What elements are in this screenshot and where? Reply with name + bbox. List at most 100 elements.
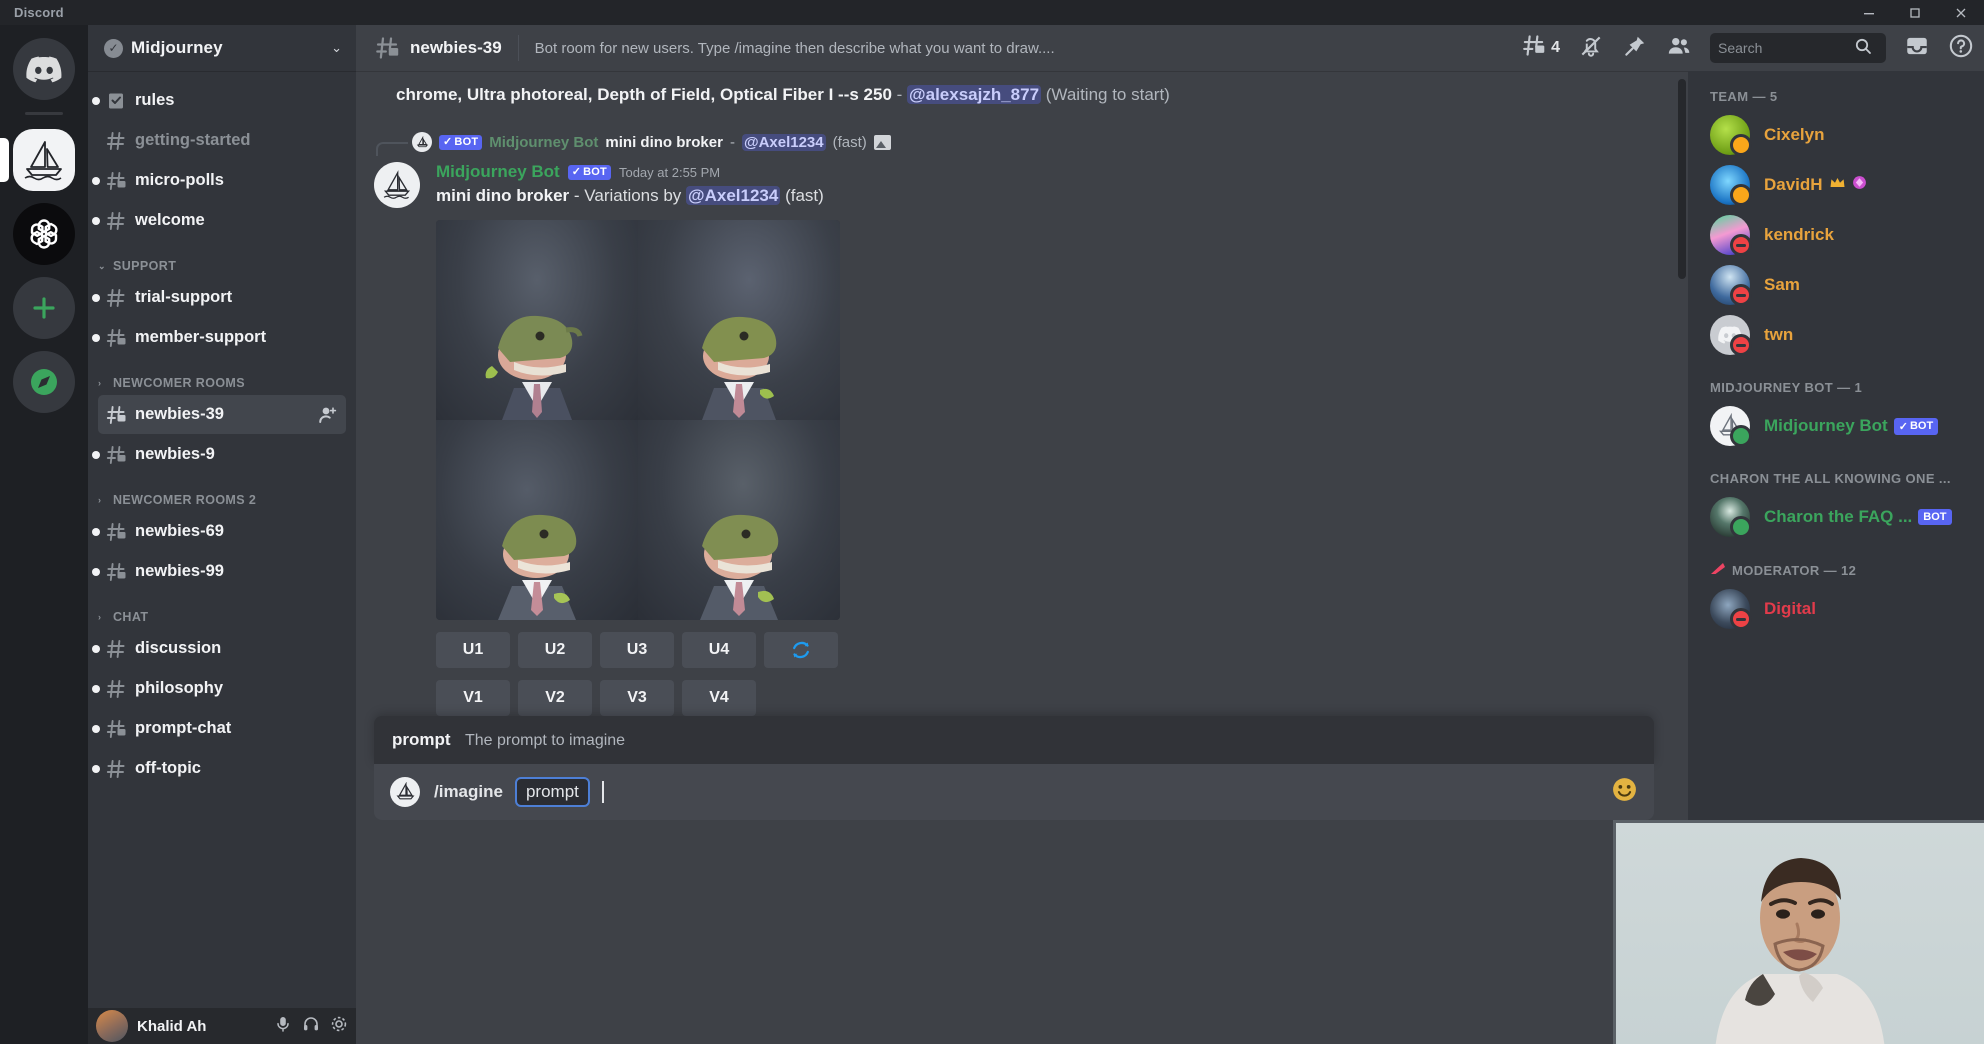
sidebar-item-label: newbies-69 bbox=[135, 522, 224, 540]
prompt-token[interactable]: prompt bbox=[514, 777, 590, 808]
sidebar-item-member-support[interactable]: member-support bbox=[92, 318, 346, 357]
member-row[interactable]: Midjourney Bot ✓ BOT bbox=[1688, 401, 1984, 451]
avatar bbox=[1710, 215, 1752, 256]
avatar[interactable] bbox=[96, 1010, 128, 1042]
member-row[interactable]: DavidH bbox=[1688, 160, 1984, 210]
member-list-icon[interactable] bbox=[1666, 33, 1692, 64]
sidebar-item-off-topic[interactable]: off-topic bbox=[92, 749, 346, 788]
member-row[interactable]: Digital bbox=[1688, 584, 1984, 634]
search-box[interactable] bbox=[1710, 33, 1886, 63]
category-chat[interactable]: › CHAT bbox=[88, 592, 356, 629]
bot-badge: ✓ BOT bbox=[439, 134, 483, 151]
image-cell-3[interactable] bbox=[436, 420, 638, 621]
sidebar-item-welcome[interactable]: welcome bbox=[92, 201, 346, 240]
sidebar-item-getting-started[interactable]: getting-started bbox=[98, 121, 346, 160]
variation-v1-button[interactable]: V1 bbox=[436, 680, 510, 717]
refresh-icon[interactable] bbox=[764, 632, 838, 669]
user-mention[interactable]: @Axel1234 bbox=[741, 133, 826, 151]
member-row[interactable]: Sam bbox=[1688, 260, 1984, 310]
sidebar-item-newbies-99[interactable]: newbies-99 bbox=[92, 552, 346, 591]
image-cell-2[interactable] bbox=[638, 220, 840, 421]
pinned-messages-icon[interactable] bbox=[1622, 33, 1648, 64]
upscale-u3-button[interactable]: U3 bbox=[600, 632, 674, 669]
sidebar-item-prompt-chat[interactable]: prompt-chat bbox=[92, 709, 346, 748]
help-icon[interactable] bbox=[1948, 33, 1974, 64]
hash-icon bbox=[104, 758, 128, 780]
member-row[interactable]: Charon the FAQ ... BOT bbox=[1688, 492, 1984, 542]
midjourney-avatar-icon bbox=[390, 777, 420, 808]
microphone-icon[interactable] bbox=[274, 1015, 292, 1038]
variation-v2-button[interactable]: V2 bbox=[518, 680, 592, 717]
sidebar-item-rules[interactable]: rules bbox=[92, 81, 346, 120]
channel-topic[interactable]: Bot room for new users. Type /imagine th… bbox=[535, 40, 1055, 57]
sidebar-item-label: newbies-39 bbox=[135, 405, 224, 423]
avatar[interactable] bbox=[374, 162, 420, 209]
emoji-icon[interactable] bbox=[1611, 776, 1638, 808]
minimize-icon[interactable] bbox=[1846, 0, 1892, 25]
generated-image-grid[interactable] bbox=[436, 220, 840, 621]
variation-v3-button[interactable]: V3 bbox=[600, 680, 674, 717]
member-group-label: CHARON THE ALL KNOWING ONE ... bbox=[1710, 471, 1951, 486]
sidebar-item-discussion[interactable]: discussion bbox=[92, 629, 346, 668]
member-row[interactable]: Cixelyn bbox=[1688, 110, 1984, 160]
search-input[interactable] bbox=[1718, 40, 1848, 56]
category-support[interactable]: ⌄ SUPPORT bbox=[88, 241, 356, 278]
inbox-icon[interactable] bbox=[1904, 33, 1930, 64]
member-group-charon: CHARON THE ALL KNOWING ONE ... bbox=[1688, 451, 1984, 492]
rail-item-explore[interactable] bbox=[12, 350, 76, 414]
category-newcomer-rooms[interactable]: › NEWCOMER ROOMS bbox=[88, 358, 356, 395]
image-cell-4[interactable] bbox=[638, 420, 840, 621]
upscale-u1-button[interactable]: U1 bbox=[436, 632, 510, 669]
upscale-u2-button[interactable]: U2 bbox=[518, 632, 592, 669]
close-icon[interactable] bbox=[1938, 0, 1984, 25]
chevron-down-icon[interactable]: ⌄ bbox=[331, 40, 342, 56]
message-author[interactable]: Midjourney Bot bbox=[436, 162, 560, 182]
reply-author[interactable]: Midjourney Bot bbox=[489, 134, 598, 151]
avatar bbox=[1710, 115, 1752, 156]
sidebar-item-newbies-39[interactable]: newbies-39 bbox=[98, 395, 346, 434]
chevron-right-icon: › bbox=[98, 495, 102, 505]
member-name: Charon the FAQ ... bbox=[1764, 507, 1913, 526]
sidebar-item-newbies-9[interactable]: newbies-9 bbox=[92, 435, 346, 474]
reply-separator: - bbox=[729, 133, 735, 151]
scrollbar[interactable] bbox=[1678, 79, 1686, 279]
add-member-icon[interactable] bbox=[318, 405, 338, 425]
image-cell-1[interactable] bbox=[436, 220, 638, 421]
gear-icon[interactable] bbox=[330, 1015, 348, 1038]
rail-item-openai[interactable] bbox=[12, 202, 76, 266]
chevron-right-icon: › bbox=[98, 378, 102, 388]
rail-item-midjourney[interactable] bbox=[0, 128, 76, 192]
sidebar-item-newbies-69[interactable]: newbies-69 bbox=[92, 512, 346, 551]
verified-check: ✓ bbox=[571, 165, 582, 178]
user-mention[interactable]: @Axel1234 bbox=[686, 186, 781, 206]
threads-button[interactable]: 4 bbox=[1521, 33, 1560, 63]
category-newcomer-rooms-2[interactable]: › NEWCOMER ROOMS 2 bbox=[88, 475, 356, 512]
sidebar-item-micro-polls[interactable]: micro-polls bbox=[92, 161, 346, 200]
user-mention[interactable]: @alexsajzh_877 bbox=[907, 85, 1042, 104]
maximize-icon[interactable] bbox=[1892, 0, 1938, 25]
message-scroll[interactable]: chrome, Ultra photoreal, Depth of Field,… bbox=[356, 71, 1688, 1044]
message-composer[interactable]: /imagine prompt bbox=[374, 764, 1654, 821]
status-badge bbox=[1730, 234, 1752, 256]
status-badge bbox=[1730, 184, 1752, 206]
member-row[interactable]: kendrick bbox=[1688, 210, 1984, 260]
member-group-moderator: MODERATOR — 12 bbox=[1688, 542, 1984, 584]
search-icon bbox=[1854, 37, 1872, 60]
member-row[interactable]: twn bbox=[1688, 310, 1984, 360]
sidebar-item-philosophy[interactable]: philosophy bbox=[92, 669, 346, 708]
unread-indicator bbox=[92, 216, 100, 225]
member-name-wrap: Charon the FAQ ... BOT bbox=[1764, 507, 1952, 527]
upscale-u4-button[interactable]: U4 bbox=[682, 632, 756, 669]
chevron-right-icon: › bbox=[98, 612, 102, 622]
reply-reference[interactable]: ✓ BOT Midjourney Bot mini dino broker - @… bbox=[376, 132, 1672, 157]
notification-muted-icon[interactable] bbox=[1578, 33, 1604, 64]
unread-indicator bbox=[92, 293, 100, 302]
headphones-icon[interactable] bbox=[302, 1015, 320, 1038]
avatar bbox=[1710, 589, 1752, 630]
variation-v4-button[interactable]: V4 bbox=[682, 680, 756, 717]
rail-item-add-server[interactable] bbox=[12, 276, 76, 340]
guild-header[interactable]: ✓ Midjourney ⌄ bbox=[88, 25, 356, 71]
rail-item-direct-messages[interactable] bbox=[12, 37, 76, 101]
sidebar-item-label: welcome bbox=[135, 211, 205, 229]
sidebar-item-trial-support[interactable]: trial-support bbox=[92, 278, 346, 317]
